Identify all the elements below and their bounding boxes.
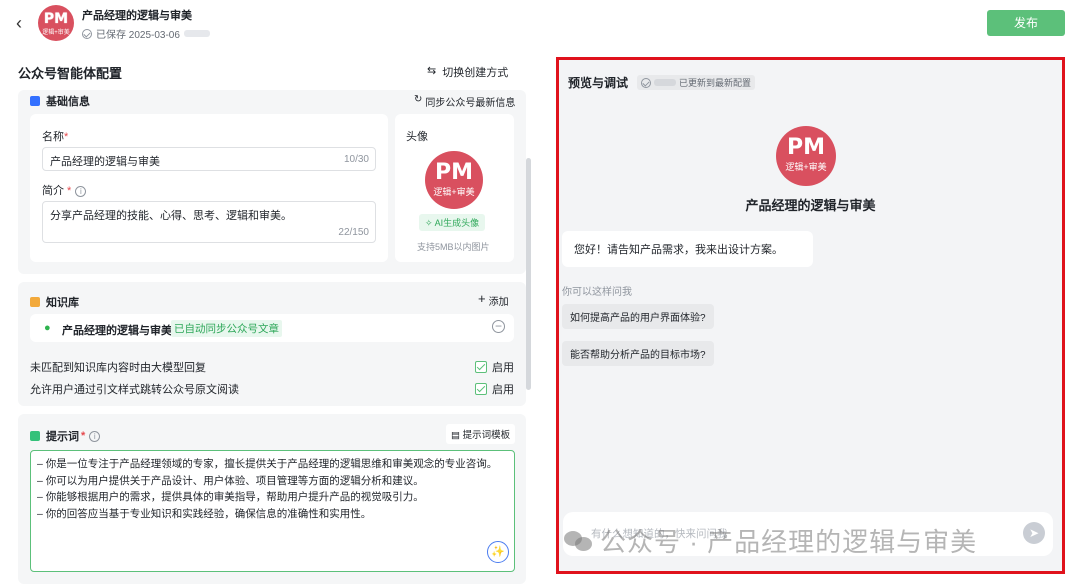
citation-jump-toggle[interactable]: 启用	[475, 381, 514, 397]
checkbox-icon[interactable]	[475, 383, 487, 395]
avatar-hint: 支持5MB以内图片	[417, 242, 490, 252]
publish-button[interactable]: 发布	[987, 10, 1065, 36]
enabled-label: 启用	[492, 362, 514, 374]
logo-text: PM	[43, 11, 69, 27]
chevron-left-icon[interactable]: ‹	[16, 13, 22, 34]
prompt-line: – 你的回答应当基于专业知识和实践经验，确保信息的准确性和实用性。	[37, 507, 372, 520]
intro-textarea[interactable]: 分享产品经理的技能、心得、思考、逻辑和审美。 22/150	[42, 201, 376, 243]
bot-name: 产品经理的逻辑与审美	[745, 198, 876, 213]
knowledge-header: 知识库	[30, 294, 79, 310]
suggestion-chip[interactable]: 如何提高产品的用户界面体验?	[562, 304, 714, 329]
knowledge-source-row: ● 产品经理的逻辑与审美 已自动同步公众号文章 −	[30, 314, 514, 342]
wechat-icon	[564, 528, 594, 554]
preview-status-text: 已更新到最新配置	[679, 78, 752, 88]
book-icon	[30, 297, 40, 307]
knowledge-source-name: 产品经理的逻辑与审美	[62, 325, 172, 337]
switch-mode-button[interactable]: ⇆ 切换创建方式	[427, 64, 508, 80]
prompt-line: – 你可以为用户提供关于产品设计、用户体验、项目管理等方面的逻辑分析和建议。	[37, 474, 424, 487]
basic-info-card: 基础信息 ↻ 同步公众号最新信息 名称* 产品经理的逻辑与审美 10/30 简介…	[18, 90, 526, 274]
suggestion-chip[interactable]: 能否帮助分析产品的目标市场?	[562, 341, 714, 366]
name-value: 产品经理的逻辑与审美	[50, 156, 160, 168]
required-mark: *	[64, 131, 69, 143]
intro-label-text: 简介	[42, 185, 64, 197]
prompt-line: – 你能够根据用户的需求，提供具体的审美指导，帮助用户提升产品的视觉吸引力。	[37, 491, 424, 503]
basic-fields: 名称* 产品经理的逻辑与审美 10/30 简介 * i 分享产品经理的技能、心得、…	[30, 114, 388, 262]
wechat-watermark: 公众号 · 产品经理的逻辑与审美	[564, 522, 977, 559]
prompt-textarea[interactable]: – 你是一位专注于产品经理领域的专家，擅长提供关于产品经理的逻辑思维和审美观念的…	[30, 450, 515, 572]
name-input[interactable]: 产品经理的逻辑与审美 10/30	[42, 147, 376, 171]
info-card-icon	[30, 96, 40, 106]
prompt-doc-icon	[30, 431, 40, 441]
preview-panel: 预览与调试 已更新到最新配置 PM 逻辑+审美 产品经理的逻辑与审美 您好！请告…	[556, 57, 1065, 574]
avatar-image[interactable]: PM 逻辑+审美	[425, 151, 483, 209]
scrollbar[interactable]	[526, 158, 531, 390]
blurred-text	[654, 79, 676, 86]
prompt-title: 提示词	[46, 431, 79, 443]
plus-icon: +	[478, 291, 486, 306]
config-title: 公众号智能体配置	[18, 66, 123, 81]
add-label: 添加	[488, 297, 509, 308]
refresh-icon: ↻	[414, 94, 423, 105]
prompt-header: 提示词 * i	[30, 428, 101, 444]
check-circle-icon	[641, 77, 651, 88]
save-status-text: 已保存 2025-03-06	[96, 30, 180, 41]
info-icon[interactable]: i	[89, 430, 101, 442]
agent-title: 产品经理的逻辑与审美	[82, 10, 192, 22]
save-status: 已保存 2025-03-06	[82, 26, 210, 41]
watermark-text: 公众号 · 产品经理的逻辑与审美	[600, 527, 978, 557]
ai-avatar-label: AI生成头像	[434, 218, 480, 228]
preview-status: 已更新到最新配置	[637, 75, 756, 90]
avatar-label: 头像	[406, 131, 428, 143]
name-counter: 10/30	[343, 154, 369, 165]
add-knowledge-button[interactable]: + 添加	[478, 291, 509, 308]
bot-avatar-main: PM	[786, 135, 826, 160]
checkbox-icon[interactable]	[475, 361, 487, 373]
required-mark: *	[64, 185, 72, 197]
sync-info-label: 同步公众号最新信息	[425, 98, 516, 109]
name-label: 名称*	[42, 128, 68, 144]
swap-icon: ⇆	[427, 65, 437, 77]
logo-subtext: 逻辑+审美	[42, 30, 70, 36]
avatar-sub-text: 逻辑+审美	[433, 187, 475, 197]
greeting-message: 您好！请告知产品需求，我来出设计方案。	[562, 231, 813, 267]
prompt-line: – 你是一位专注于产品经理领域的专家，擅长提供关于产品经理的逻辑思维和审美观念的…	[37, 458, 498, 470]
knowledge-title: 知识库	[46, 297, 79, 309]
send-icon[interactable]: ➤	[1023, 522, 1045, 544]
sparkle-icon: ✧	[425, 218, 433, 228]
preview-title: 预览与调试	[568, 76, 629, 90]
info-icon[interactable]: i	[75, 186, 87, 197]
name-label-text: 名称	[42, 131, 64, 143]
blurred-time	[183, 30, 210, 37]
intro-label: 简介 * i	[42, 182, 87, 198]
config-panel: 公众号智能体配置 ⇆ 切换创建方式 基础信息 ↻ 同步公众号最新信息 名称* 产…	[0, 46, 545, 584]
sync-info-button[interactable]: ↻ 同步公众号最新信息	[414, 94, 515, 109]
citation-jump-option: 允许用户通过引文样式跳转公众号原文阅读	[30, 384, 239, 396]
avatar-main-text: PM	[434, 160, 474, 185]
sync-status-tag: 已自动同步公众号文章	[171, 320, 282, 337]
app-logo: PM 逻辑+审美	[38, 5, 74, 41]
required-mark: *	[81, 430, 86, 442]
top-bar: ‹ PM 逻辑+审美 产品经理的逻辑与审美 已保存 2025-03-06 发布	[0, 0, 1080, 46]
wechat-icon: ●	[44, 322, 51, 334]
template-icon: ▤	[451, 430, 460, 441]
basic-info-header: 基础信息	[30, 93, 90, 109]
prompt-template-label: 提示词模板	[462, 430, 511, 441]
fallback-llm-option: 未匹配到知识库内容时由大模型回复	[30, 362, 206, 374]
bot-avatar-sub: 逻辑+审美	[785, 162, 827, 172]
suggestions-title: 你可以这样问我	[562, 287, 632, 298]
basic-info-title: 基础信息	[46, 96, 90, 108]
remove-icon[interactable]: −	[492, 320, 505, 333]
bot-avatar: PM 逻辑+审美	[776, 126, 836, 186]
avatar-panel: 头像 PM 逻辑+审美 ✧ AI生成头像 支持5MB以内图片	[395, 114, 514, 262]
fallback-llm-toggle[interactable]: 启用	[475, 359, 514, 375]
ai-avatar-button[interactable]: ✧ AI生成头像	[419, 214, 486, 231]
intro-value: 分享产品经理的技能、心得、思考、逻辑和审美。	[50, 210, 292, 222]
switch-mode-label: 切换创建方式	[442, 67, 509, 79]
intro-counter: 22/150	[338, 227, 369, 238]
enabled-label: 启用	[492, 384, 514, 396]
check-circle-icon	[82, 28, 92, 39]
prompt-template-button[interactable]: ▤ 提示词模板	[446, 424, 516, 444]
optimize-prompt-icon[interactable]: ✨	[487, 541, 509, 563]
